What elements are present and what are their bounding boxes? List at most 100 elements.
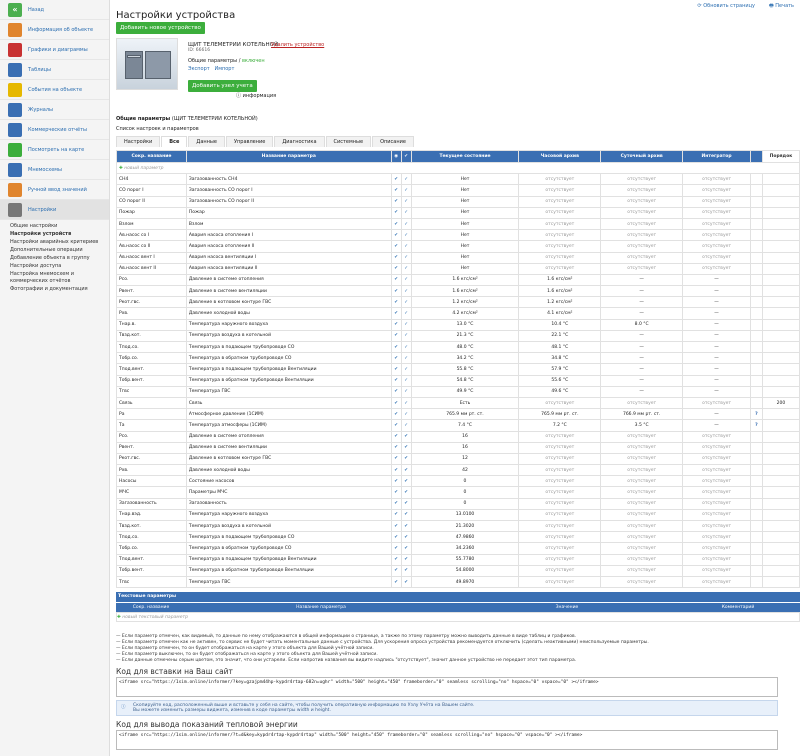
short-name-cell[interactable]: Рхв. — [116, 464, 187, 477]
visible-check-icon[interactable]: ✔ — [390, 206, 402, 219]
order-cell[interactable] — [761, 217, 801, 231]
tab-5[interactable]: Системные — [325, 136, 372, 147]
order-cell[interactable] — [761, 296, 801, 309]
param-name-cell[interactable]: Пожар — [185, 206, 392, 219]
short-name-cell[interactable]: Тгвс — [116, 575, 187, 589]
active-check-icon[interactable]: ✔ — [400, 564, 412, 577]
settings-subitem[interactable]: Настройки устройств — [0, 230, 109, 238]
visible-check-icon[interactable]: ✔ — [390, 464, 402, 477]
order-cell[interactable] — [761, 408, 801, 421]
short-name-cell[interactable]: Ркот.гвс. — [116, 296, 187, 309]
active-check-icon[interactable]: ✓ — [400, 262, 412, 275]
sidebar-item-1[interactable]: Информация об объекте — [0, 20, 109, 40]
short-name-cell[interactable]: Рсо. — [116, 430, 187, 443]
visible-check-icon[interactable]: ✔ — [390, 251, 402, 264]
info-label[interactable]: ⓘ информация — [236, 92, 276, 99]
tab-6[interactable]: Описание — [372, 136, 414, 147]
active-check-icon[interactable]: ✔ — [400, 441, 412, 454]
visible-check-icon[interactable]: ✔ — [390, 564, 402, 577]
order-cell[interactable] — [761, 173, 801, 186]
short-name-cell[interactable]: Тпод.вент. — [116, 553, 187, 566]
settings-subitem[interactable]: Общие настройки — [0, 222, 109, 230]
active-check-icon[interactable]: ✓ — [400, 195, 412, 208]
order-cell[interactable] — [761, 273, 801, 287]
active-check-icon[interactable]: ✓ — [400, 296, 412, 309]
order-cell[interactable] — [761, 508, 801, 522]
short-name-cell[interactable]: Рхв. — [116, 307, 187, 320]
active-check-icon[interactable]: ✔ — [400, 430, 412, 443]
param-name-cell[interactable]: Авария насоса вентиляции I — [185, 251, 392, 264]
active-check-icon[interactable]: ✔ — [400, 486, 412, 499]
sidebar-item-0[interactable]: « Назад — [0, 0, 109, 20]
active-check-icon[interactable]: ✔ — [400, 553, 412, 566]
order-cell[interactable] — [761, 318, 801, 331]
short-name-cell[interactable]: Ав.насос со II — [116, 240, 187, 253]
order-cell[interactable] — [761, 251, 801, 264]
visible-check-icon[interactable]: ✔ — [390, 240, 402, 253]
tab-1[interactable]: Все — [161, 136, 188, 147]
active-check-icon[interactable]: ✔ — [400, 452, 412, 466]
short-name-cell[interactable]: Связь — [116, 396, 187, 410]
short-name-cell[interactable]: Тнар.в. — [116, 318, 187, 331]
param-name-cell[interactable]: Давление холодной воды — [185, 307, 392, 320]
new-param-row[interactable]: ✚ новый параметр — [116, 161, 800, 175]
visible-check-icon[interactable]: ✔ — [390, 307, 402, 320]
visible-check-icon[interactable]: ✔ — [390, 486, 402, 499]
order-cell[interactable] — [761, 553, 801, 566]
param-name-cell[interactable]: Температура воздуха в котельной — [185, 519, 392, 533]
param-name-cell[interactable]: Температура в подающем трубопроводе Вент… — [185, 363, 392, 376]
active-check-icon[interactable]: ✓ — [400, 318, 412, 331]
param-name-cell[interactable]: Температура в подающем трубопроводе СО — [185, 531, 392, 544]
settings-subitem[interactable]: Фотографии и документация — [0, 285, 109, 293]
visible-check-icon[interactable]: ✔ — [390, 285, 402, 298]
order-cell[interactable] — [761, 374, 801, 387]
visible-check-icon[interactable]: ✔ — [390, 374, 402, 387]
short-name-cell[interactable]: Ра — [116, 408, 187, 421]
settings-subitem[interactable]: Добавление объекта в группу — [0, 254, 109, 262]
param-name-cell[interactable]: Авария насоса отопления I — [185, 229, 392, 242]
param-name-cell[interactable]: Температура в обратном трубопроводе СО — [185, 352, 392, 365]
order-cell[interactable] — [761, 430, 801, 443]
active-check-icon[interactable]: ✓ — [400, 408, 412, 421]
short-name-cell[interactable]: СН4 — [116, 173, 187, 186]
short-name-cell[interactable]: Ркот.гвс. — [116, 452, 187, 466]
param-name-cell[interactable]: Давление холодной воды — [185, 464, 392, 477]
short-name-cell[interactable]: Рсо. — [116, 273, 187, 287]
visible-check-icon[interactable]: ✔ — [390, 575, 402, 589]
help-icon[interactable]: ? — [755, 412, 758, 417]
visible-check-icon[interactable]: ✔ — [390, 195, 402, 208]
order-cell[interactable] — [761, 452, 801, 466]
param-name-cell[interactable]: Атмосферное давление (1СИМ) — [185, 408, 392, 421]
param-name-cell[interactable]: Температура в подающем трубопроводе СО — [185, 340, 392, 354]
active-check-icon[interactable]: ✓ — [400, 352, 412, 365]
short-name-cell[interactable]: Тпод.со. — [116, 340, 187, 354]
sidebar-item-9[interactable]: Ручной ввод значений — [0, 180, 109, 200]
param-name-cell[interactable]: Загазованность СН4 — [185, 173, 392, 186]
active-check-icon[interactable]: ✓ — [400, 419, 412, 432]
visible-check-icon[interactable]: ✔ — [390, 229, 402, 242]
active-check-icon[interactable]: ✓ — [400, 240, 412, 253]
tab-2[interactable]: Данные — [188, 136, 225, 147]
short-name-cell[interactable]: CO порог I — [116, 184, 187, 197]
sidebar-item-4[interactable]: События на объекте — [0, 80, 109, 100]
general-params-link[interactable]: Общие параметры / включен — [188, 58, 265, 64]
order-cell[interactable] — [761, 419, 801, 432]
order-cell[interactable] — [761, 475, 801, 488]
param-name-cell[interactable]: Температура наружного воздуха — [185, 318, 392, 331]
param-name-cell[interactable]: Температура в обратном трубопроводе Вент… — [185, 564, 392, 577]
visible-check-icon[interactable]: ✔ — [390, 296, 402, 309]
visible-check-icon[interactable]: ✔ — [390, 519, 402, 533]
active-check-icon[interactable]: ✓ — [400, 217, 412, 231]
short-name-cell[interactable]: Рвент. — [116, 441, 187, 454]
sidebar-item-8[interactable]: Мнемосхемы — [0, 160, 109, 180]
param-name-cell[interactable]: Температура ГВС — [185, 575, 392, 589]
param-name-cell[interactable]: Загазованность — [185, 497, 392, 510]
param-name-cell[interactable]: Давление в системе отопления — [185, 430, 392, 443]
short-name-cell[interactable]: Насосы — [116, 475, 187, 488]
active-check-icon[interactable]: ✓ — [400, 307, 412, 320]
visible-check-icon[interactable]: ✔ — [390, 508, 402, 522]
active-check-icon[interactable]: ✓ — [400, 184, 412, 197]
order-cell[interactable] — [761, 464, 801, 477]
param-name-cell[interactable]: Давление в системе отопления — [185, 273, 392, 287]
active-check-icon[interactable]: ✔ — [400, 464, 412, 477]
